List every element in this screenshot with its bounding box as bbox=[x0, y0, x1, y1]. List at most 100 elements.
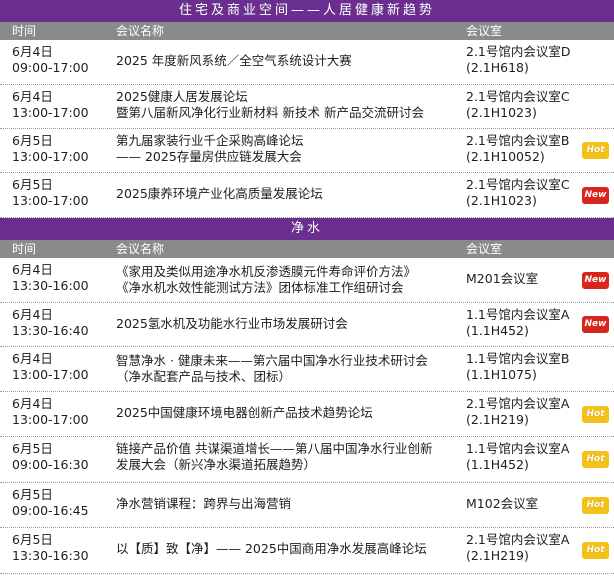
session-title: 净水营销课程：跨界与出海营销 bbox=[116, 496, 461, 512]
hot-badge: Hot bbox=[582, 406, 609, 423]
table-row: 6月5日 13:30-16:30 以【质】致【净】—— 2025中国商用净水发展高峰… bbox=[0, 528, 614, 574]
session-date: 6月4日 bbox=[12, 351, 53, 366]
session-room-line: 2.1号馆内会议室D bbox=[466, 44, 571, 59]
session-room-line: (2.1H1023) bbox=[466, 193, 537, 208]
table-row: 6月4日 13:30-16:40 2025氢水机及功能水行业市场发展研讨会 1.1号馆… bbox=[0, 303, 614, 347]
session-hours: 09:00-16:45 bbox=[12, 503, 89, 518]
section-title: 住宅及商业空间——人居健康新趋势 bbox=[0, 0, 614, 22]
session-date: 6月5日 bbox=[12, 532, 53, 547]
column-headers: 时间 会议名称 会议室 bbox=[0, 240, 614, 258]
session-time: 6月4日 09:00-17:00 bbox=[12, 44, 89, 76]
session-hours: 13:30-16:00 bbox=[12, 278, 89, 293]
session-room-line: 2.1号馆内会议室B bbox=[466, 133, 570, 148]
session-room: 1.1号馆内会议室A (1.1H452) bbox=[466, 441, 580, 473]
session-room-line: 1.1号馆内会议室A bbox=[466, 441, 570, 456]
session-title-line: 暨第八届新风净化行业新材料 新技术 新产品交流研讨会 bbox=[116, 105, 424, 120]
new-badge: New bbox=[582, 187, 609, 204]
session-title: 2025氢水机及功能水行业市场发展研讨会 bbox=[116, 316, 461, 332]
session-date: 6月5日 bbox=[12, 177, 53, 192]
session-room-line: 2.1号馆内会议室A bbox=[466, 532, 570, 547]
section-title: 净水 bbox=[0, 218, 614, 240]
session-room: 1.1号馆内会议室B (1.1H1075) bbox=[466, 351, 580, 383]
session-title-line: 第九届家装行业千企采购高峰论坛 bbox=[116, 133, 304, 148]
session-title-line: 链接产品价值 共谋渠道增长——第八届中国净水行业创新 bbox=[116, 441, 433, 456]
new-badge: New bbox=[582, 272, 609, 289]
session-room: 2.1号馆内会议室A (2.1H219) bbox=[466, 396, 580, 428]
session-room-line: M201会议室 bbox=[466, 271, 539, 286]
session-title-line: 以【质】致【净】—— 2025中国商用净水发展高峰论坛 bbox=[116, 541, 427, 556]
session-date: 6月5日 bbox=[12, 133, 53, 148]
session-room-line: 2.1号馆内会议室C bbox=[466, 177, 570, 192]
session-room: 2.1号馆内会议室C (2.1H1023) bbox=[466, 89, 580, 121]
session-date: 6月4日 bbox=[12, 44, 53, 59]
session-time: 6月4日 13:00-17:00 bbox=[12, 89, 89, 121]
header-time: 时间 bbox=[12, 24, 37, 38]
session-room-line: (2.1H219) bbox=[466, 548, 529, 563]
session-title: 2025中国健康环境电器创新产品技术趋势论坛 bbox=[116, 405, 461, 421]
table-row: 6月5日 09:00-16:30 链接产品价值 共谋渠道增长——第八届中国净水行业创… bbox=[0, 437, 614, 483]
session-date: 6月4日 bbox=[12, 396, 53, 411]
session-hours: 13:00-17:00 bbox=[12, 367, 89, 382]
session-hours: 09:00-17:00 bbox=[12, 60, 89, 75]
session-time: 6月5日 13:30-16:30 bbox=[12, 532, 89, 564]
session-title: 智慧净水 · 健康未来——第六届中国净水行业技术研讨会 （净水配套产品与技术、团标… bbox=[116, 353, 461, 385]
session-hours: 13:00-17:00 bbox=[12, 149, 89, 164]
section-water: 净水 时间 会议名称 会议室 6月4日 13:30-16:00 《家用及类似用途净水… bbox=[0, 218, 614, 574]
session-room: 2.1号馆内会议室B (2.1H10052) bbox=[466, 133, 580, 165]
session-title-line: （净水配套产品与技术、团标） bbox=[116, 369, 292, 384]
session-room-line: 1.1号馆内会议室B bbox=[466, 351, 570, 366]
hot-badge: Hot bbox=[582, 142, 609, 159]
session-hours: 13:00-17:00 bbox=[12, 193, 89, 208]
session-time: 6月4日 13:30-16:00 bbox=[12, 262, 89, 294]
table-row: 6月4日 13:30-16:00 《家用及类似用途净水机反渗透膜元件寿命评价方法》《… bbox=[0, 258, 614, 303]
session-title: 2025健康人居发展论坛 暨第八届新风净化行业新材料 新技术 新产品交流研讨会 bbox=[116, 89, 461, 121]
table-body: 6月4日 09:00-17:00 2025 年度新风系统／全空气系统设计大赛 2.1号… bbox=[0, 40, 614, 218]
session-room-line: 2.1号馆内会议室A bbox=[466, 396, 570, 411]
session-room-line: (2.1H219) bbox=[466, 412, 529, 427]
session-room-line: (2.1H1023) bbox=[466, 105, 537, 120]
session-room-line: 2.1号馆内会议室C bbox=[466, 89, 570, 104]
session-hours: 13:00-17:00 bbox=[12, 412, 89, 427]
table-row: 6月5日 13:00-17:00 2025康养环境产业化高质量发展论坛 2.1号馆内会… bbox=[0, 173, 614, 218]
section-residential: 住宅及商业空间——人居健康新趋势 时间 会议名称 会议室 6月4日 09:00-1… bbox=[0, 0, 614, 218]
table-row: 6月4日 13:00-17:00 智慧净水 · 健康未来——第六届中国净水行业技术研… bbox=[0, 347, 614, 392]
session-room: M201会议室 bbox=[466, 271, 580, 287]
session-room: 2.1号馆内会议室A (2.1H219) bbox=[466, 532, 580, 564]
session-title: 《家用及类似用途净水机反渗透膜元件寿命评价方法》 《净水机水效性能测试方法》团体标… bbox=[116, 264, 461, 296]
header-title: 会议名称 bbox=[116, 24, 165, 38]
session-title-line: 2025 年度新风系统／全空气系统设计大赛 bbox=[116, 53, 352, 68]
table-body: 6月4日 13:30-16:00 《家用及类似用途净水机反渗透膜元件寿命评价方法》《… bbox=[0, 258, 614, 574]
session-date: 6月4日 bbox=[12, 307, 53, 322]
session-title-line: 2025健康人居发展论坛 bbox=[116, 89, 248, 104]
session-title-line: 《净水机水效性能测试方法》团体标准工作组研讨会 bbox=[116, 280, 404, 295]
session-date: 6月5日 bbox=[12, 487, 53, 502]
schedule: 住宅及商业空间——人居健康新趋势 时间 会议名称 会议室 6月4日 09:00-1… bbox=[0, 0, 614, 574]
session-room-line: (2.1H618) bbox=[466, 60, 529, 75]
session-title-line: 2025中国健康环境电器创新产品技术趋势论坛 bbox=[116, 405, 373, 420]
column-headers: 时间 会议名称 会议室 bbox=[0, 22, 614, 40]
session-title-line: 《家用及类似用途净水机反渗透膜元件寿命评价方法》 bbox=[116, 264, 417, 279]
session-room-line: (1.1H452) bbox=[466, 457, 529, 472]
session-title-line: 智慧净水 · 健康未来——第六届中国净水行业技术研讨会 bbox=[116, 353, 428, 368]
session-time: 6月5日 09:00-16:45 bbox=[12, 487, 89, 519]
session-title-line: 发展大会（新兴净水渠道拓展趋势） bbox=[116, 457, 317, 472]
session-title-line: 2025氢水机及功能水行业市场发展研讨会 bbox=[116, 316, 348, 331]
session-room: M102会议室 bbox=[466, 496, 580, 512]
session-title-line: 2025康养环境产业化高质量发展论坛 bbox=[116, 186, 323, 201]
session-date: 6月4日 bbox=[12, 89, 53, 104]
hot-badge: Hot bbox=[582, 497, 609, 514]
session-title: 以【质】致【净】—— 2025中国商用净水发展高峰论坛 bbox=[116, 541, 461, 557]
session-room-line: 1.1号馆内会议室A bbox=[466, 307, 570, 322]
session-time: 6月5日 13:00-17:00 bbox=[12, 133, 89, 165]
session-room-line: M102会议室 bbox=[466, 496, 539, 511]
session-title: 2025康养环境产业化高质量发展论坛 bbox=[116, 186, 461, 202]
header-room: 会议室 bbox=[466, 242, 503, 256]
session-time: 6月4日 13:00-17:00 bbox=[12, 351, 89, 383]
table-row: 6月4日 13:00-17:00 2025健康人居发展论坛 暨第八届新风净化行业新材料… bbox=[0, 85, 614, 129]
session-time: 6月5日 13:00-17:00 bbox=[12, 177, 89, 209]
session-room-line: (2.1H10052) bbox=[466, 149, 545, 164]
session-room-line: (1.1H452) bbox=[466, 323, 529, 338]
new-badge: New bbox=[582, 316, 609, 333]
session-room: 2.1号馆内会议室D (2.1H618) bbox=[466, 44, 580, 76]
session-date: 6月4日 bbox=[12, 262, 53, 277]
